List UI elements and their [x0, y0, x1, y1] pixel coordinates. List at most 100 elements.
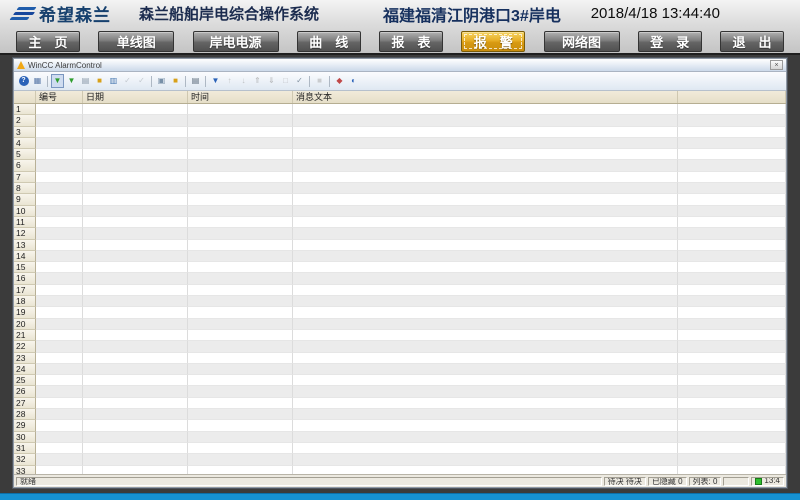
nav-button-shore-power-supply[interactable]: 岸电电源 — [193, 31, 279, 52]
help-icon[interactable]: ? — [17, 74, 30, 88]
group-acknowledge-icon[interactable]: ■ — [313, 74, 326, 88]
empty-cell — [83, 398, 188, 409]
alarm-table-row: 9 — [14, 194, 786, 205]
empty-cell — [678, 319, 786, 330]
nav-button-single-line-diagram[interactable]: 单线图 — [98, 31, 174, 52]
empty-cell — [678, 454, 786, 465]
page-up-icon[interactable]: ⇑ — [251, 74, 264, 88]
alarm-table-row: 25 — [14, 375, 786, 386]
row-number: 25 — [14, 375, 36, 386]
nav-button-curve[interactable]: 曲 线 — [297, 31, 361, 52]
row-number: 4 — [14, 138, 36, 149]
emergency-acknowledge-icon[interactable]: ◆ — [333, 74, 346, 88]
first-message-icon[interactable]: ↑ — [223, 74, 236, 88]
empty-cell — [293, 228, 678, 239]
empty-cell — [293, 217, 678, 228]
lock-list-icon[interactable]: ■ — [93, 74, 106, 88]
row-number: 26 — [14, 386, 36, 397]
nav-button-report[interactable]: 报 表 — [379, 31, 443, 52]
nav-button-exit[interactable]: 退 出 — [720, 31, 784, 52]
empty-cell — [83, 183, 188, 194]
empty-cell — [188, 466, 293, 475]
row-header-corner[interactable] — [14, 91, 36, 103]
empty-cell — [36, 138, 83, 149]
empty-cell — [678, 206, 786, 217]
brand-logo-icon — [9, 7, 38, 20]
status-time-text: 13:4 — [764, 477, 780, 485]
brand-logo-text: 希望森兰 — [39, 1, 111, 26]
empty-cell — [188, 172, 293, 183]
empty-cell — [678, 262, 786, 273]
empty-cell — [678, 443, 786, 454]
empty-cell — [188, 353, 293, 364]
empty-cell — [36, 409, 83, 420]
alarm-table-row: 13 — [14, 240, 786, 251]
empty-cell — [36, 127, 83, 138]
lock-message-icon[interactable]: ■ — [169, 74, 182, 88]
alarm-table-row: 8 — [14, 183, 786, 194]
empty-cell — [678, 194, 786, 205]
alarm-window-titlebar[interactable]: WinCC AlarmControl × — [14, 59, 786, 72]
empty-cell — [36, 353, 83, 364]
alarm-table-row: 14 — [14, 251, 786, 262]
column-header-time[interactable]: 时间 — [188, 91, 293, 103]
row-number: 16 — [14, 273, 36, 284]
empty-cell — [188, 420, 293, 431]
column-header-id[interactable]: 编号 — [36, 91, 83, 103]
configuration-dialog-icon[interactable]: ▦ — [31, 74, 44, 88]
empty-cell — [36, 443, 83, 454]
empty-cell — [293, 364, 678, 375]
message-blocks-icon[interactable]: ✓ — [121, 74, 134, 88]
alarm-table-row: 23 — [14, 353, 786, 364]
empty-cell — [293, 409, 678, 420]
empty-cell — [293, 398, 678, 409]
last-message-icon[interactable]: ↓ — [237, 74, 250, 88]
status-list-count: 列表: 0 — [689, 477, 722, 486]
empty-cell — [293, 240, 678, 251]
long-term-archive-icon[interactable]: ▤ — [79, 74, 92, 88]
empty-cell — [293, 115, 678, 126]
page-down-icon[interactable]: ⇓ — [265, 74, 278, 88]
empty-cell — [293, 443, 678, 454]
empty-cell — [83, 330, 188, 341]
empty-cell — [83, 454, 188, 465]
empty-cell — [678, 240, 786, 251]
status-time: 13:4 — [751, 477, 784, 486]
empty-cell — [293, 127, 678, 138]
top-chrome: 希望森兰 森兰船舶岸电综合操作系统 福建福清江阴港口3#岸电 2018/4/18… — [0, 0, 800, 55]
column-header-extra[interactable] — [678, 91, 786, 103]
nav-button-network-diagram[interactable]: 网络图 — [544, 31, 620, 52]
nav-button-login[interactable]: 登 录 — [638, 31, 702, 52]
empty-cell — [188, 228, 293, 239]
empty-cell — [678, 127, 786, 138]
statistics-list-icon[interactable]: ▥ — [107, 74, 120, 88]
nav-button-home[interactable]: 主 页 — [16, 31, 80, 52]
empty-cell — [83, 115, 188, 126]
short-term-archive-icon[interactable]: ▼ — [65, 74, 78, 88]
message-list-icon[interactable]: ▼ — [51, 74, 64, 88]
acknowledge-page-icon[interactable]: □ — [279, 74, 292, 88]
empty-cell — [83, 251, 188, 262]
empty-cell — [36, 240, 83, 251]
alarm-table-row: 28 — [14, 409, 786, 420]
empty-cell — [293, 251, 678, 262]
copy-icon[interactable]: ▣ — [155, 74, 168, 88]
toolbar-separator — [47, 76, 48, 87]
column-header-date[interactable]: 日期 — [83, 91, 188, 103]
toolbar-separator — [309, 76, 310, 87]
sort-dialog-icon[interactable]: ✓ — [135, 74, 148, 88]
time-base-dialog-icon[interactable]: ◐ — [347, 74, 360, 88]
row-number: 10 — [14, 206, 36, 217]
close-icon[interactable]: × — [770, 60, 783, 70]
empty-cell — [188, 138, 293, 149]
alarm-table-row: 30 — [14, 432, 786, 443]
selection-dialog-icon[interactable]: ▼ — [209, 74, 222, 88]
column-header-message-text[interactable]: 消息文本 — [293, 91, 678, 103]
empty-cell — [83, 217, 188, 228]
single-acknowledge-icon[interactable]: ✓ — [293, 74, 306, 88]
print-icon[interactable]: ▤ — [189, 74, 202, 88]
empty-cell — [188, 375, 293, 386]
nav-button-alarm[interactable]: 报 警 — [461, 31, 525, 52]
empty-cell — [293, 353, 678, 364]
empty-cell — [36, 330, 83, 341]
